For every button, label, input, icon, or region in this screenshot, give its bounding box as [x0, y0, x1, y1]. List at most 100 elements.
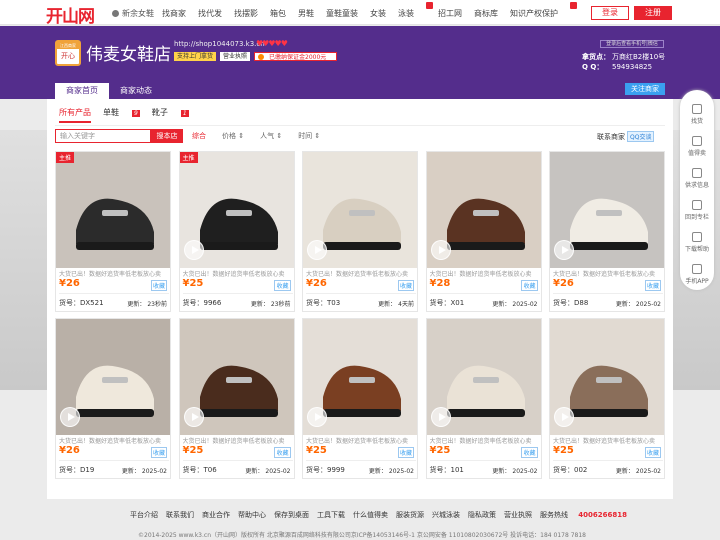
play-video-icon[interactable]: [183, 240, 204, 260]
play-video-icon[interactable]: [183, 407, 204, 427]
product-image[interactable]: [550, 319, 664, 435]
favorite-button[interactable]: 收藏: [150, 280, 167, 291]
nav-item[interactable]: 招工网: [438, 8, 462, 19]
play-video-icon[interactable]: [60, 407, 80, 427]
product-image[interactable]: [303, 152, 417, 268]
product-image[interactable]: [426, 152, 541, 268]
footer-link[interactable]: 商业合作: [202, 510, 230, 520]
nav-item[interactable]: 找摆影: [234, 8, 258, 19]
favorite-button[interactable]: 收藏: [397, 280, 414, 291]
product-panel: 所有产品 单鞋 9 靴子 1 输入关键字 搜本店 综合 价格 ⇕ 人气 ⇕ 时间 ⇕…: [47, 99, 673, 499]
favorite-button[interactable]: 收藏: [521, 280, 538, 291]
shop-url[interactable]: http://shop1044073.k3.cn: [174, 40, 265, 48]
hot-badge-icon: [426, 2, 433, 9]
nav-item[interactable]: 童鞋童装: [326, 8, 358, 19]
product-image[interactable]: [179, 319, 294, 435]
play-video-icon[interactable]: [430, 407, 451, 427]
favorite-button[interactable]: 收藏: [150, 447, 167, 458]
nav-item[interactable]: 男鞋: [298, 8, 314, 19]
category-boots[interactable]: 靴子 1: [152, 107, 189, 123]
category-all[interactable]: 所有产品: [59, 107, 91, 123]
sidebar-item[interactable]: 找货: [680, 104, 714, 125]
play-video-icon[interactable]: [554, 407, 574, 427]
category-single-shoes[interactable]: 单鞋 9: [103, 107, 140, 123]
play-video-icon[interactable]: [307, 240, 327, 260]
code-label: 货号：: [306, 466, 327, 474]
footer: 平台介绍 联系我们 商业合作 帮助中心 保存到桌面 工具下载 什么值得卖 服装货源 兴城泳装 隐私…: [0, 505, 720, 540]
register-button[interactable]: 注册: [634, 6, 672, 20]
footer-link[interactable]: 帮助中心: [238, 510, 266, 520]
nav-item[interactable]: 找商家: [162, 8, 186, 19]
product-card[interactable]: 大货已出！数据好追货率低老板放心卖 ¥25 收藏 货号：9999 更新： 2025-02: [302, 318, 418, 479]
product-card[interactable]: 大货已出！数据好追货率低老板放心卖 ¥28 收藏 货号：X01 更新： 2025-02: [425, 151, 542, 312]
footer-link[interactable]: 工具下载: [317, 510, 345, 520]
play-video-icon[interactable]: [307, 407, 327, 427]
sort-default[interactable]: 综合: [192, 131, 206, 141]
product-image[interactable]: [56, 319, 170, 435]
product-card[interactable]: 大货已出！数据好追货率低老板放心卖 ¥26 收藏 货号：D19 更新： 2025-02: [55, 318, 171, 479]
product-card[interactable]: 大货已出！数据好追货率低老板放心卖 ¥26 收藏 货号：D88 更新： 2025-02: [549, 151, 665, 312]
sidebar-item[interactable]: 值得卖: [680, 136, 714, 157]
play-video-icon[interactable]: [430, 240, 451, 260]
city-selector[interactable]: 新余女鞋: [112, 8, 154, 19]
footer-link[interactable]: 平台介绍: [130, 510, 158, 520]
tab-news[interactable]: 商家动态: [109, 83, 163, 99]
follow-shop-button[interactable]: 关注商家: [625, 83, 665, 95]
sidebar-label: 下载帮助: [684, 246, 709, 253]
favorite-button[interactable]: 收藏: [274, 447, 291, 458]
product-price: ¥25: [306, 445, 327, 456]
nav-item[interactable]: 箱包: [270, 8, 286, 19]
search-input[interactable]: 输入关键字: [55, 129, 151, 143]
category-count: 1: [180, 110, 189, 117]
favorite-button[interactable]: 收藏: [521, 447, 538, 458]
product-card[interactable]: 大货已出！数据好追货率低老板放心卖 ¥26 收藏 货号：T03 更新： 4天前: [302, 151, 418, 312]
hotline-number[interactable]: 4006266818: [578, 511, 627, 519]
nav-item[interactable]: 找代发: [198, 8, 222, 19]
product-image[interactable]: 主推: [56, 152, 170, 268]
product-image[interactable]: 主推: [179, 152, 294, 268]
login-view-phone-link[interactable]: 登录后查看手机号|微信: [600, 40, 664, 48]
footer-link[interactable]: 营业执照: [504, 510, 532, 520]
nav-item-hot[interactable]: 泳装: [398, 2, 433, 19]
product-image[interactable]: [426, 319, 541, 435]
tab-home[interactable]: 商家首页: [55, 83, 109, 99]
nav-item[interactable]: 商标库: [474, 8, 498, 19]
sidebar-item[interactable]: 手机APP: [680, 264, 714, 285]
product-image[interactable]: [550, 152, 664, 268]
footer-link[interactable]: 服装货源: [396, 510, 424, 520]
favorite-button[interactable]: 收藏: [644, 447, 661, 458]
sidebar-item[interactable]: 下载帮助: [680, 232, 714, 253]
sort-popularity[interactable]: 人气 ⇕: [260, 131, 282, 141]
favorite-button[interactable]: 收藏: [644, 280, 661, 291]
product-card[interactable]: 主推 大货已出！数据好追货率低老板放心卖 ¥26 收藏 货号：DX521 更新： 23秒前: [55, 151, 171, 312]
product-card[interactable]: 大货已出！数据好追货率低老板放心卖 ¥25 收藏 货号：101 更新： 2025-02: [425, 318, 542, 479]
divider: [182, 460, 293, 461]
sidebar-item[interactable]: 供求信息: [680, 168, 714, 189]
sort-price[interactable]: 价格 ⇕: [222, 131, 244, 141]
product-desc: 大货已出！数据好追货率低老板放心卖: [553, 438, 656, 445]
footer-link[interactable]: 兴城泳装: [432, 510, 460, 520]
product-card[interactable]: 主推 大货已出！数据好追货率低老板放心卖 ¥25 收藏 货号：9966 更新： 23秒前: [178, 151, 295, 312]
play-video-icon[interactable]: [554, 240, 574, 260]
badge-license[interactable]: 营业执照: [220, 52, 251, 61]
nav-item-hot[interactable]: 知识产权保护: [510, 2, 577, 19]
footer-link[interactable]: 联系我们: [166, 510, 194, 520]
sidebar-item[interactable]: 回到专栏: [680, 200, 714, 221]
login-button[interactable]: 登录: [591, 6, 629, 20]
nav-item[interactable]: 女装: [370, 8, 386, 19]
footer-link[interactable]: 什么值得卖: [353, 510, 388, 520]
sort-time[interactable]: 时间 ⇕: [298, 131, 320, 141]
search-button[interactable]: 搜本店: [151, 129, 183, 143]
product-card[interactable]: 大货已出！数据好追货率低老板放心卖 ¥25 收藏 货号：T06 更新： 2025-02: [178, 318, 295, 479]
site-logo[interactable]: 开山网: [46, 2, 95, 27]
favorite-button[interactable]: 收藏: [274, 280, 291, 291]
product-code: 货号：DX521: [59, 298, 104, 308]
product-card[interactable]: 大货已出！数据好追货率低老板放心卖 ¥25 收藏 货号：002 更新： 2025-02: [549, 318, 665, 479]
product-image[interactable]: [303, 319, 417, 435]
footer-link[interactable]: 保存到桌面: [274, 510, 309, 520]
qq-chat-button[interactable]: QQ交谈: [627, 131, 655, 142]
category-label: 靴子: [151, 108, 168, 117]
favorite-button[interactable]: 收藏: [397, 447, 414, 458]
badge-pickup: 支持上门拿货: [174, 52, 217, 61]
footer-link[interactable]: 隐私政策: [468, 510, 496, 520]
